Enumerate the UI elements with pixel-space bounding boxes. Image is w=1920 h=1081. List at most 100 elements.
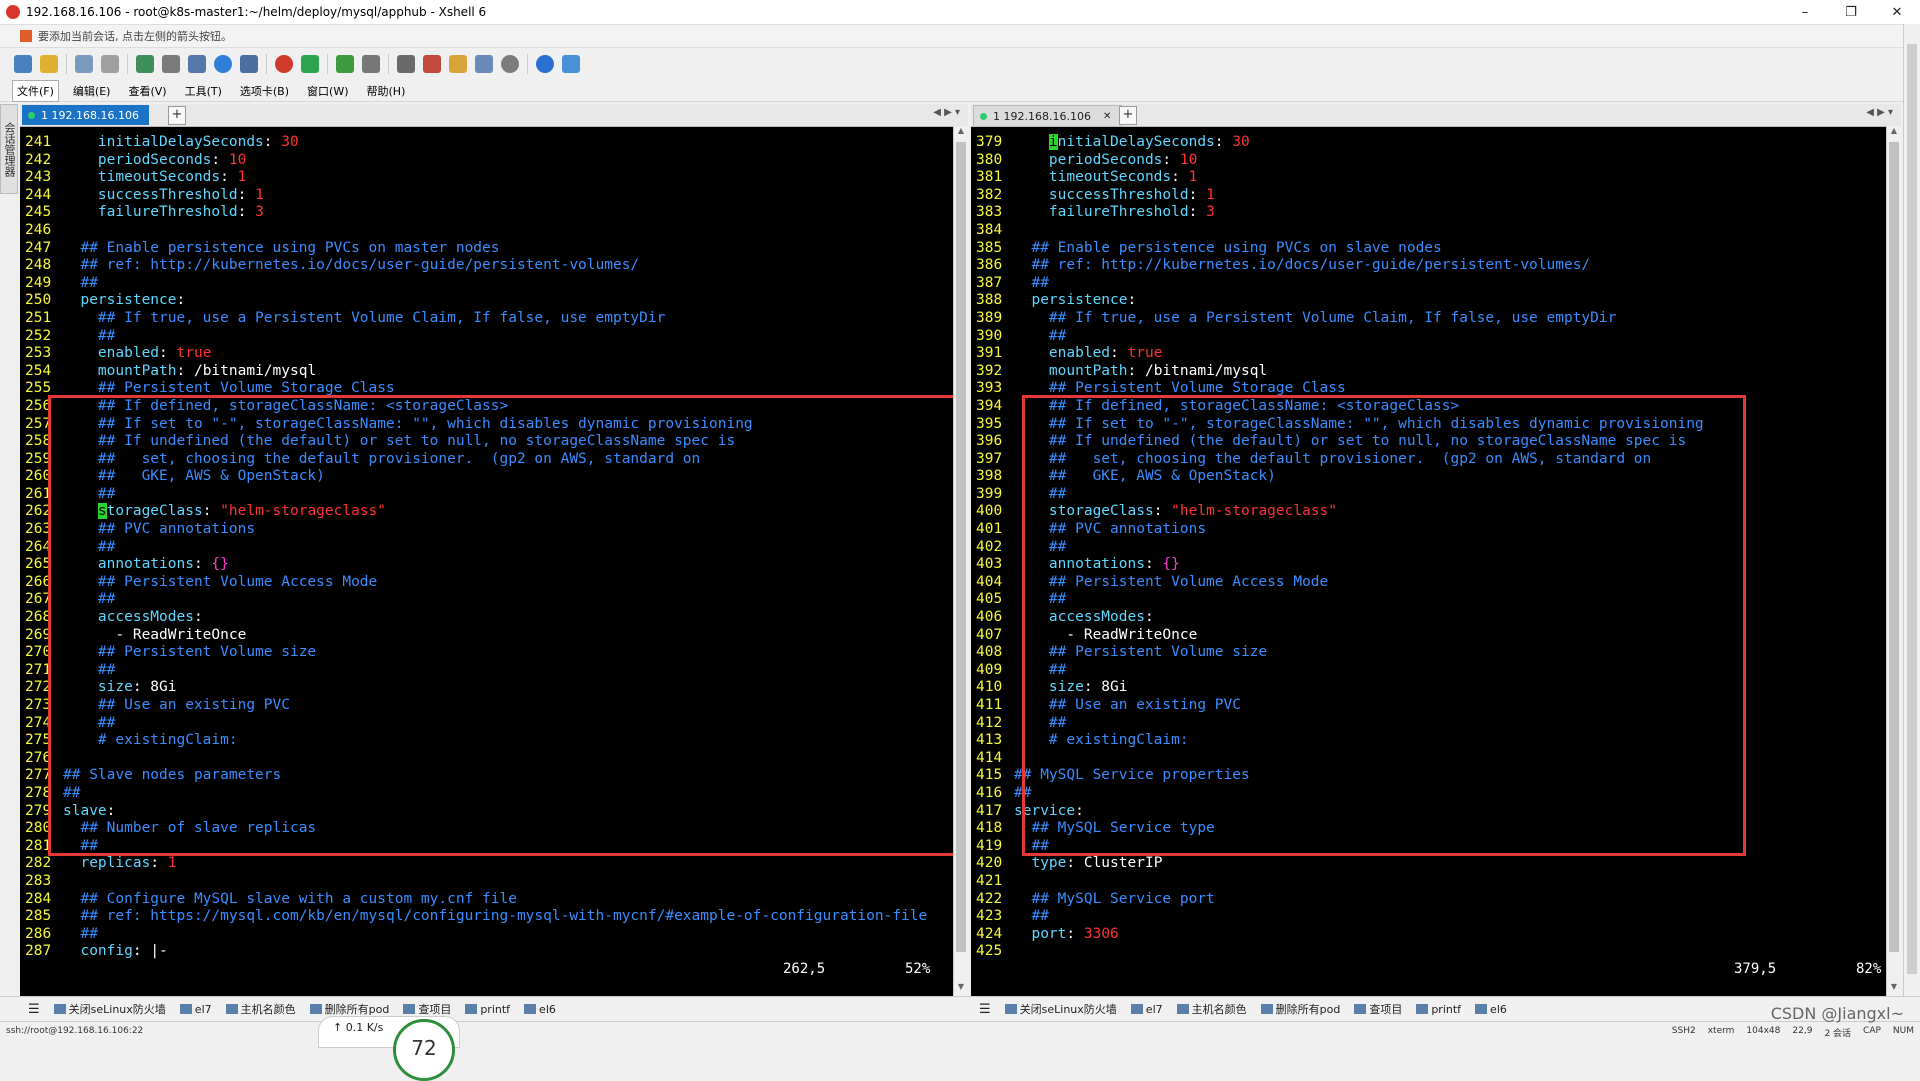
tab-scroll-arrows[interactable]: ◀ ▶ ▾: [1866, 107, 1893, 118]
quick-commands-left: ☰ 关闭seLinux防火墙 el7 主机名颜色 删除所有pod 查项目 printf el6: [28, 1001, 570, 1017]
menu-edit[interactable]: 编辑(E): [69, 81, 115, 101]
code-token: mountPath: [1048, 362, 1128, 379]
terminal-pane-right[interactable]: 1 192.168.16.106 ✕ + ◀ ▶ ▾ 379 initialDe…: [971, 104, 1901, 996]
command-icon: [1354, 1004, 1367, 1014]
quick-command-button[interactable]: 主机名颜色: [1176, 1001, 1247, 1017]
quick-command-button[interactable]: printf: [465, 1003, 510, 1016]
scrollbar-right[interactable]: ▲ ▼: [1886, 126, 1901, 996]
quick-command-button[interactable]: 查项目: [1354, 1001, 1402, 1017]
code-token: true: [176, 345, 212, 362]
quick-command-label: 查项目: [1369, 1003, 1403, 1016]
menu-tabs[interactable]: 选项卡(B): [236, 81, 293, 101]
code-token: ## MySQL Service port: [1014, 890, 1215, 907]
quick-command-button[interactable]: 关闭seLinux防火墙: [1004, 1001, 1117, 1017]
network-speed-widget: ↑ 0.1 K/s 72: [318, 1016, 460, 1081]
scrollbar-thumb[interactable]: [1889, 142, 1899, 952]
code-line: 424 port: 3306: [971, 926, 1887, 944]
quick-command-button[interactable]: el7: [179, 1002, 212, 1016]
line-number: 397: [976, 450, 1003, 467]
menu-view[interactable]: 查看(V): [124, 81, 170, 101]
layout-icon[interactable]: [475, 55, 493, 73]
code-token: :: [1214, 134, 1233, 150]
quick-command-button[interactable]: 删除所有pod: [309, 1001, 389, 1017]
code-token: ## Persistent Volume Storage Class: [1014, 380, 1346, 397]
disconnect-icon[interactable]: [101, 55, 119, 73]
gear-icon[interactable]: [501, 55, 519, 73]
menu-window[interactable]: 窗口(W): [303, 81, 352, 101]
quick-command-button[interactable]: printf: [1416, 1003, 1461, 1016]
quick-command-label: el7: [194, 1002, 212, 1016]
quick-command-button[interactable]: 关闭seLinux防火墙: [53, 1001, 166, 1017]
command-icon: [1475, 1004, 1488, 1014]
line-number: 399: [976, 485, 1003, 502]
session-tab-right[interactable]: 1 192.168.16.106 ✕: [973, 105, 1123, 127]
minimize-button[interactable]: –: [1782, 0, 1828, 24]
lock-icon[interactable]: [362, 55, 380, 73]
code-line: 245 failureThreshold: 3: [20, 204, 954, 222]
quick-command-button[interactable]: 查项目: [403, 1001, 451, 1017]
scrollbar-left[interactable]: ▲ ▼: [953, 126, 968, 996]
find-icon[interactable]: [162, 55, 180, 73]
scroll-down-arrow-icon[interactable]: ▼: [1887, 982, 1901, 996]
properties-icon[interactable]: [188, 55, 206, 73]
scroll-up-arrow-icon[interactable]: ▲: [954, 126, 968, 140]
quick-command-button[interactable]: el6: [1475, 1003, 1507, 1016]
line-number: 412: [976, 714, 1003, 731]
help-icon[interactable]: [536, 55, 554, 73]
line-number: 245: [25, 204, 52, 221]
window-scrollbar[interactable]: [1903, 24, 1920, 996]
quick-command-menu-icon[interactable]: ☰: [28, 1002, 40, 1017]
close-tab-icon[interactable]: ✕: [1103, 111, 1111, 122]
add-tab-button[interactable]: +: [1119, 106, 1137, 125]
tab-scroll-arrows[interactable]: ◀ ▶ ▾: [933, 107, 960, 118]
toolbar-divider: [66, 54, 67, 74]
maximize-button[interactable]: ❐: [1828, 0, 1874, 24]
close-button[interactable]: ✕: [1874, 0, 1920, 24]
connect-icon[interactable]: [75, 55, 93, 73]
code-line: 380 periodSeconds: 10: [971, 152, 1887, 170]
quick-command-button[interactable]: el6: [524, 1003, 556, 1016]
scroll-down-arrow-icon[interactable]: ▼: [954, 982, 968, 996]
code-token: :: [1162, 151, 1180, 168]
window-scrollbar-thumb[interactable]: [1907, 44, 1917, 974]
line-number: 393: [976, 380, 1003, 397]
line-number: 425: [976, 943, 1003, 960]
line-number: 422: [976, 890, 1003, 907]
arrow-icon[interactable]: [20, 30, 32, 42]
keyboard-icon[interactable]: [397, 55, 415, 73]
new-window-icon[interactable]: [136, 55, 154, 73]
vim-status-line: 262,5 52%: [20, 961, 954, 979]
quick-command-menu-icon[interactable]: ☰: [979, 1002, 991, 1017]
quick-command-button[interactable]: el7: [1130, 1003, 1163, 1016]
menu-tools[interactable]: 工具(T): [181, 81, 226, 101]
title-bar: 192.168.16.106 - root@k8s-master1:~/helm…: [0, 0, 1920, 25]
highlight-icon[interactable]: [423, 55, 441, 73]
compose-icon[interactable]: [449, 55, 467, 73]
code-line: 388 persistence:: [971, 292, 1887, 310]
menu-help[interactable]: 帮助(H): [363, 81, 410, 101]
menu-file[interactable]: 文件(F): [12, 79, 59, 102]
font-icon[interactable]: [240, 55, 258, 73]
add-tab-button[interactable]: +: [168, 106, 186, 125]
scroll-up-arrow-icon[interactable]: ▲: [1887, 126, 1901, 140]
session-tab-left[interactable]: 1 192.168.16.106: [22, 105, 149, 125]
chat-icon[interactable]: [562, 55, 580, 73]
code-token: 1: [255, 186, 264, 203]
scrollbar-thumb[interactable]: [956, 142, 966, 952]
new-session-icon[interactable]: [14, 55, 32, 73]
fullscreen-icon[interactable]: [336, 55, 354, 73]
xftp-icon[interactable]: [275, 55, 293, 73]
open-folder-icon[interactable]: [40, 55, 58, 73]
watermark: CSDN @Jiangxl~: [1770, 1004, 1904, 1023]
quick-command-button[interactable]: 删除所有pod: [1260, 1001, 1340, 1017]
session-manager-tab[interactable]: 会话管理器: [0, 104, 18, 194]
quick-command-label: printf: [480, 1002, 511, 1016]
terminal-pane-left[interactable]: 1 192.168.16.106 + ◀ ▶ ▾ 241 initialDela…: [20, 104, 968, 996]
code-line: 248 ## ref: http://kubernetes.io/docs/us…: [20, 257, 954, 275]
xmanager-icon[interactable]: [301, 55, 319, 73]
quick-command-button[interactable]: 主机名颜色: [225, 1001, 296, 1017]
globe-icon[interactable]: [214, 55, 232, 73]
